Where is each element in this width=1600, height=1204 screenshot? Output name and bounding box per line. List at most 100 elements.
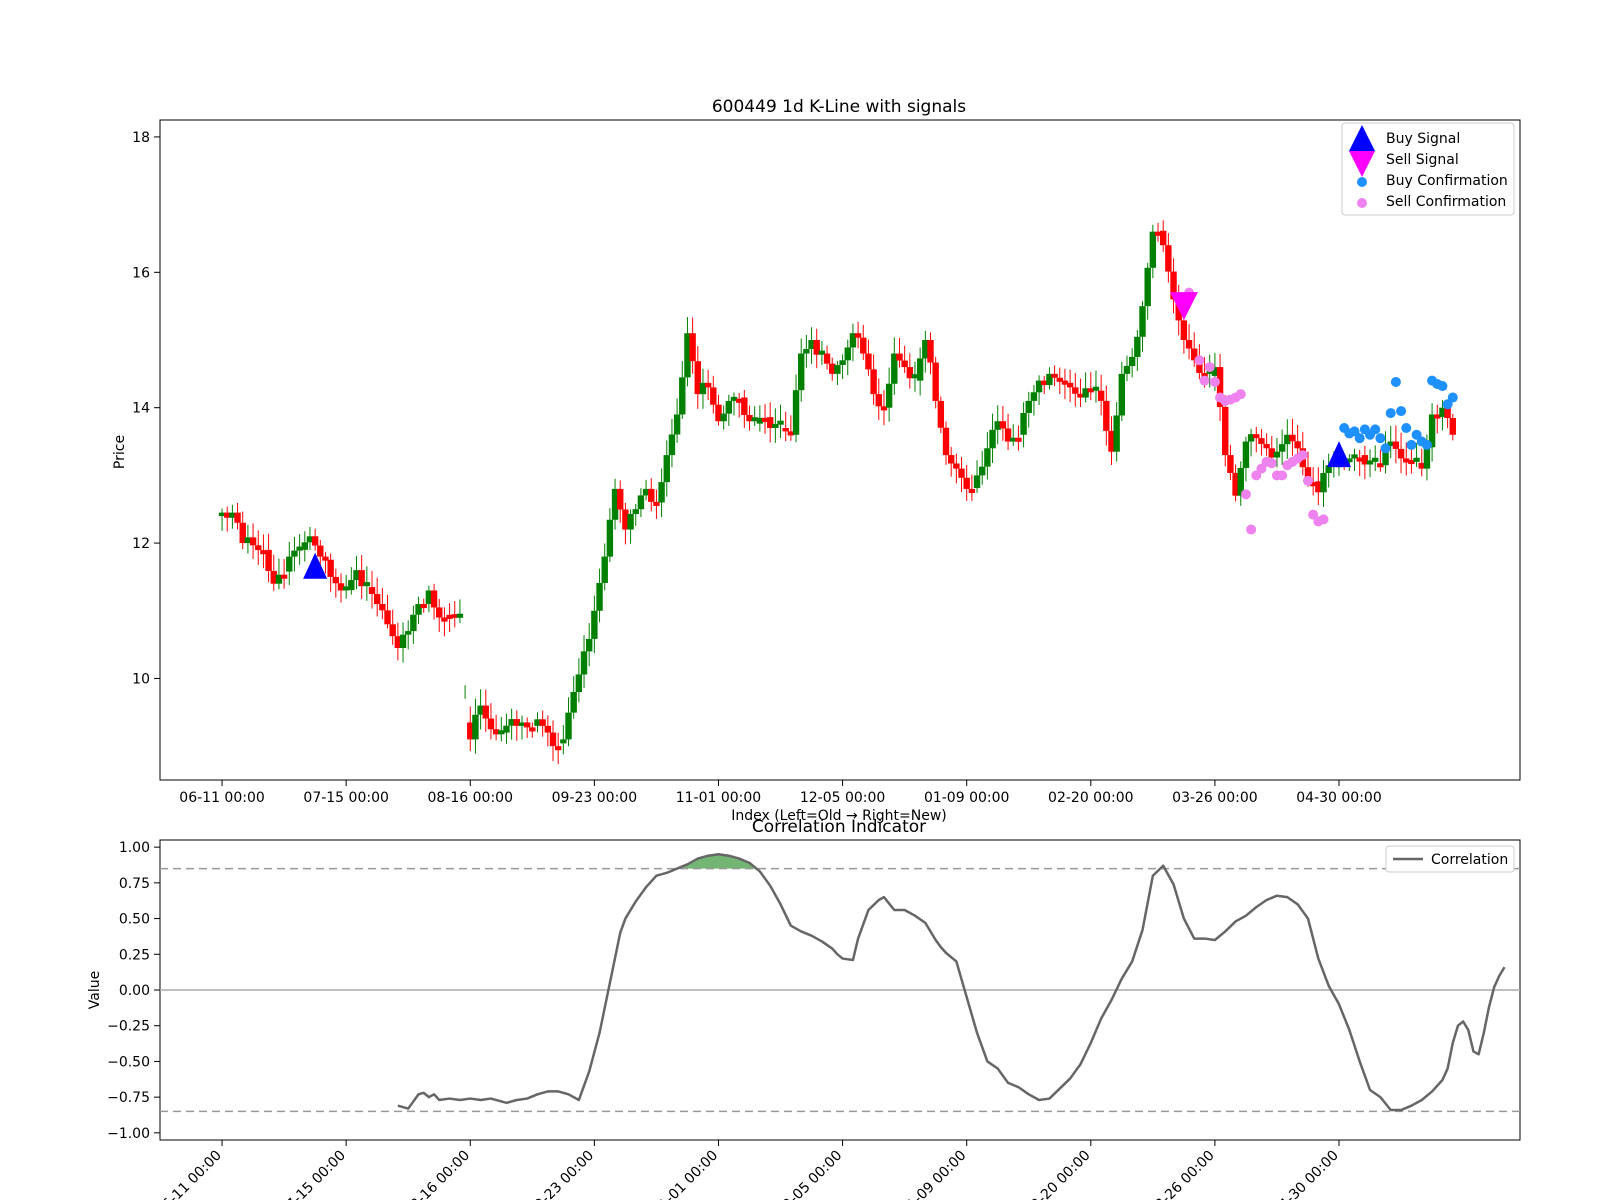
candle-body xyxy=(1294,441,1301,449)
kline-y-tick-label: 16 xyxy=(132,265,150,281)
buy-confirmation-point xyxy=(1396,406,1407,417)
candle-body xyxy=(942,427,950,456)
candle-body xyxy=(410,614,417,632)
candle-body xyxy=(565,712,572,740)
candle-body xyxy=(710,387,717,405)
candle-body xyxy=(1092,386,1100,391)
candle-body xyxy=(301,542,308,550)
candle-body xyxy=(265,549,272,571)
correlation-y-tick-label: −1.00 xyxy=(107,1126,150,1142)
candle-body xyxy=(803,348,810,354)
candle-body xyxy=(1020,412,1027,435)
legend-correlation-label: Correlation xyxy=(1431,852,1508,868)
candle-body xyxy=(1397,448,1405,459)
candle-body xyxy=(958,468,965,478)
kline-x-tick-label: 09-23 00:00 xyxy=(552,790,637,806)
candle-body xyxy=(1139,306,1146,337)
chart-root: 600449 1d K-Line with signals 10 12 14 16 18… xyxy=(0,0,1600,1204)
candle-body xyxy=(979,466,986,476)
sell-confirmation-point xyxy=(1204,362,1215,373)
candle-body xyxy=(901,360,908,368)
candle-body xyxy=(1134,336,1141,357)
sell-confirmation-point xyxy=(1277,470,1288,481)
candle-body xyxy=(989,429,996,449)
kline-x-tick-label: 03-26 00:00 xyxy=(1172,790,1257,806)
candle-body xyxy=(1372,457,1379,462)
candle-body xyxy=(777,420,784,425)
sell-confirmation-point xyxy=(1240,489,1251,500)
candle-body xyxy=(1278,444,1286,452)
candle-body xyxy=(487,718,495,730)
candle-body xyxy=(885,383,893,408)
candle-body xyxy=(384,610,391,625)
candle-body xyxy=(436,607,443,618)
candle-body xyxy=(844,347,851,361)
legend-buy-confirmation-marker xyxy=(1357,177,1367,187)
candle-body xyxy=(679,377,686,415)
candle-body xyxy=(363,582,371,587)
legend-buy-confirmation-label: Buy Confirmation xyxy=(1386,173,1508,189)
candle-body xyxy=(503,725,510,733)
candle-body xyxy=(1097,390,1105,401)
sell-confirmation-point xyxy=(1235,389,1246,400)
candle-body xyxy=(575,674,583,692)
candle-body xyxy=(1180,320,1188,340)
kline-y-tick-label: 18 xyxy=(132,130,150,146)
candle-body xyxy=(389,624,396,637)
candle-body xyxy=(658,482,665,503)
candle-body xyxy=(560,739,567,744)
kline-y-tick-label: 14 xyxy=(132,401,150,417)
correlation-y-tick-label: −0.50 xyxy=(107,1054,150,1070)
kline-x-tick-label: 04-30 00:00 xyxy=(1296,790,1381,806)
candle-body xyxy=(554,746,562,751)
buy-confirmation-point xyxy=(1447,392,1458,403)
candle-body xyxy=(1242,441,1250,468)
candle-body xyxy=(255,545,262,551)
buy-confirmation-point xyxy=(1385,408,1396,419)
candle-body xyxy=(1113,415,1120,452)
candle-body xyxy=(927,340,934,363)
kline-x-tick-label: 06-11 00:00 xyxy=(179,790,264,806)
candle-body xyxy=(653,501,660,506)
candle-body xyxy=(317,545,324,557)
candle-body xyxy=(1222,406,1229,456)
candle-body xyxy=(456,613,464,618)
candle-body xyxy=(420,604,427,609)
candle-body xyxy=(570,692,577,713)
candle-body xyxy=(668,434,676,456)
candle-body xyxy=(430,590,438,608)
candle-body xyxy=(286,556,293,572)
candle-body xyxy=(865,353,872,370)
candle-body xyxy=(1413,457,1420,462)
candle-body xyxy=(999,421,1007,429)
candle-body xyxy=(482,705,489,719)
candle-body xyxy=(984,448,991,467)
candle-body xyxy=(1449,418,1456,435)
buy-confirmation-point xyxy=(1421,439,1432,450)
candle-body xyxy=(834,364,841,374)
sell-confirmation-point xyxy=(1246,524,1257,535)
candle-body xyxy=(1253,434,1260,439)
candle-body xyxy=(860,337,867,354)
candle-body xyxy=(632,509,639,515)
kline-title: 600449 1d K-Line with signals xyxy=(712,97,966,117)
candle-body xyxy=(963,477,970,489)
candle-body xyxy=(368,587,376,595)
correlation-y-tick-label: 0.00 xyxy=(119,983,150,999)
correlation-y-tick-label: 0.50 xyxy=(119,912,150,928)
candle-body xyxy=(348,580,355,591)
correlation-legend: Correlation xyxy=(1385,845,1515,873)
correlation-y-tick-label: 1.00 xyxy=(119,840,150,856)
kline-y-tick-label: 10 xyxy=(132,671,150,687)
candle-body xyxy=(937,400,945,428)
candle-body xyxy=(1273,451,1281,458)
candle-body xyxy=(596,582,603,611)
candle-body xyxy=(529,727,536,732)
candle-body xyxy=(1025,400,1032,413)
candle-body xyxy=(839,360,846,365)
kline-x-tick-label: 11-01 00:00 xyxy=(676,790,761,806)
candle-body xyxy=(725,400,733,414)
candle-body xyxy=(1103,400,1110,431)
candle-body xyxy=(291,550,298,557)
correlation-y-tick-label: −0.75 xyxy=(107,1090,150,1106)
